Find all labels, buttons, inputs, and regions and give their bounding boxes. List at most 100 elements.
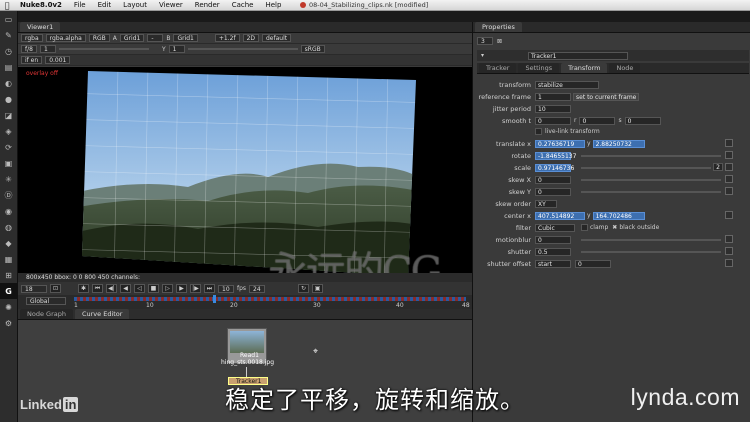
menu-file[interactable]: File: [68, 1, 92, 9]
center-y-field[interactable]: 164.702486: [592, 211, 645, 220]
tab-viewer1[interactable]: Viewer1: [20, 22, 61, 32]
flipbook-icon[interactable]: ▣: [312, 284, 324, 293]
smooth-s-field[interactable]: 0: [624, 116, 661, 125]
shutter-offset-dropdown[interactable]: start: [535, 259, 571, 268]
settings-tool-icon[interactable]: ✺: [0, 299, 17, 315]
particles-tool-icon[interactable]: ✳: [0, 171, 17, 187]
node-name-field[interactable]: Tracker1: [528, 51, 629, 60]
skew-y-anim-icon[interactable]: [725, 187, 733, 195]
shutter-offset-value-field[interactable]: 0: [575, 259, 611, 268]
translate-anim-icon[interactable]: [725, 139, 733, 147]
stop-icon[interactable]: ■: [148, 284, 159, 293]
skew-x-anim-icon[interactable]: [725, 175, 733, 183]
furnace-tool-icon[interactable]: ⊞: [0, 267, 17, 283]
filter-dropdown[interactable]: Cubic: [535, 223, 575, 232]
menu-viewer[interactable]: Viewer: [153, 1, 189, 9]
metadata-tool-icon[interactable]: ◍: [0, 219, 17, 235]
y-slider[interactable]: [187, 48, 298, 50]
rotate-anim-icon[interactable]: [725, 151, 733, 159]
first-frame-icon[interactable]: ⏮: [92, 284, 103, 293]
transform-tool-icon[interactable]: ⟳: [0, 139, 17, 155]
other-tool-icon[interactable]: ▦: [0, 251, 17, 267]
skew-x-slider[interactable]: [581, 179, 721, 181]
skew-order-dropdown[interactable]: XY: [535, 199, 557, 208]
y-field[interactable]: 1: [168, 45, 185, 53]
tab-node[interactable]: Node: [609, 63, 641, 73]
filter-tool-icon[interactable]: ●: [0, 91, 17, 107]
last-frame-icon[interactable]: ⏭: [204, 284, 215, 293]
frame-field[interactable]: 18: [21, 284, 47, 293]
gamma-field[interactable]: 0.001: [45, 56, 71, 64]
channel-tool-icon[interactable]: ▤: [0, 59, 17, 75]
menu-edit[interactable]: Edit: [92, 1, 118, 9]
input-process-dropdown[interactable]: if en: [21, 56, 43, 64]
set-to-current-frame-button[interactable]: set to current frame: [573, 92, 640, 101]
deep-tool-icon[interactable]: Ⓓ: [0, 187, 17, 203]
view-mode-dropdown[interactable]: 2D: [242, 34, 259, 42]
increment-field[interactable]: 10: [218, 284, 234, 293]
input-b-dropdown[interactable]: Grid1: [173, 34, 198, 42]
translate-y-field[interactable]: 2.88250732: [592, 139, 645, 148]
scope-dropdown[interactable]: Global: [26, 297, 66, 305]
prev-keyframe-icon[interactable]: ◀|: [106, 284, 117, 293]
input-a-dropdown[interactable]: Grid1: [119, 34, 145, 42]
loop-icon[interactable]: ↻: [298, 284, 310, 293]
colorspace-dropdown[interactable]: RGB: [88, 34, 110, 42]
play-backward-icon[interactable]: ◁: [134, 284, 145, 293]
menu-help[interactable]: Help: [259, 1, 287, 9]
merge-tool-icon[interactable]: ◈: [0, 123, 17, 139]
shutter-anim-icon[interactable]: [725, 247, 733, 255]
viewer-canvas[interactable]: overlay off 永远的CG: [18, 67, 472, 273]
scale-field[interactable]: 0.97146736: [535, 163, 574, 172]
transform-dropdown[interactable]: stabilize: [535, 80, 599, 89]
center-anim-icon[interactable]: [725, 211, 733, 219]
lock-icon[interactable]: ⊡: [50, 284, 61, 293]
jitter-period-field[interactable]: 10: [535, 104, 571, 113]
time-tool-icon[interactable]: ◷: [0, 43, 17, 59]
tab-tracker[interactable]: Tracker: [479, 63, 517, 73]
skew-x-field[interactable]: 0: [535, 175, 571, 184]
shutter-field[interactable]: 0.5: [535, 247, 571, 256]
menu-render[interactable]: Render: [189, 1, 226, 9]
playhead-marker[interactable]: [213, 295, 216, 303]
step-forward-icon[interactable]: ▶: [176, 284, 187, 293]
shutter-slider[interactable]: [581, 251, 721, 253]
collapse-icon[interactable]: ▾: [481, 52, 484, 59]
tab-properties[interactable]: Properties: [475, 22, 522, 32]
reference-frame-field[interactable]: 1: [535, 92, 571, 101]
shutter-offset-anim-icon[interactable]: [725, 259, 733, 267]
snowflake-icon[interactable]: ✱: [78, 284, 89, 293]
3d-tool-icon[interactable]: ▣: [0, 155, 17, 171]
apple-icon[interactable]: : [0, 1, 14, 10]
next-keyframe-icon[interactable]: |▶: [190, 284, 201, 293]
motionblur-field[interactable]: 0: [535, 235, 571, 244]
live-link-checkbox[interactable]: [535, 128, 542, 135]
toolsets-tool-icon[interactable]: ◆: [0, 235, 17, 251]
wipe-dropdown[interactable]: -: [147, 34, 164, 42]
fps-field[interactable]: 24: [249, 284, 266, 293]
max-panels-field[interactable]: 3: [477, 37, 493, 45]
tab-settings[interactable]: Settings: [518, 63, 560, 73]
translate-x-field[interactable]: 0.27636719: [535, 139, 585, 148]
gizmo-tool-icon[interactable]: G: [0, 283, 17, 299]
plugin-tool-icon[interactable]: ⚙: [0, 315, 17, 331]
smooth-t-field[interactable]: 0: [535, 116, 571, 125]
smooth-r-field[interactable]: 0: [579, 116, 616, 125]
scale-slider[interactable]: [581, 167, 711, 169]
tab-transform[interactable]: Transform: [561, 63, 608, 73]
black-outside-checkbox[interactable]: ✖: [612, 224, 617, 231]
motionblur-slider[interactable]: [581, 239, 721, 241]
close-all-icon[interactable]: ⊠: [497, 38, 502, 45]
step-back-icon[interactable]: ◀: [120, 284, 131, 293]
rotate-slider[interactable]: [581, 155, 721, 157]
views-tool-icon[interactable]: ◉: [0, 203, 17, 219]
clamp-checkbox[interactable]: [581, 224, 588, 231]
image-tool-icon[interactable]: ▭: [0, 11, 17, 27]
skew-y-field[interactable]: 0: [535, 187, 571, 196]
center-x-field[interactable]: 407.514892: [535, 211, 585, 220]
keyer-tool-icon[interactable]: ◪: [0, 107, 17, 123]
tab-curve-editor[interactable]: Curve Editor: [74, 309, 130, 319]
exposure-dropdown[interactable]: +1.2f: [214, 34, 240, 42]
gain-slider[interactable]: [59, 48, 149, 50]
gain-field[interactable]: 1: [40, 45, 56, 53]
